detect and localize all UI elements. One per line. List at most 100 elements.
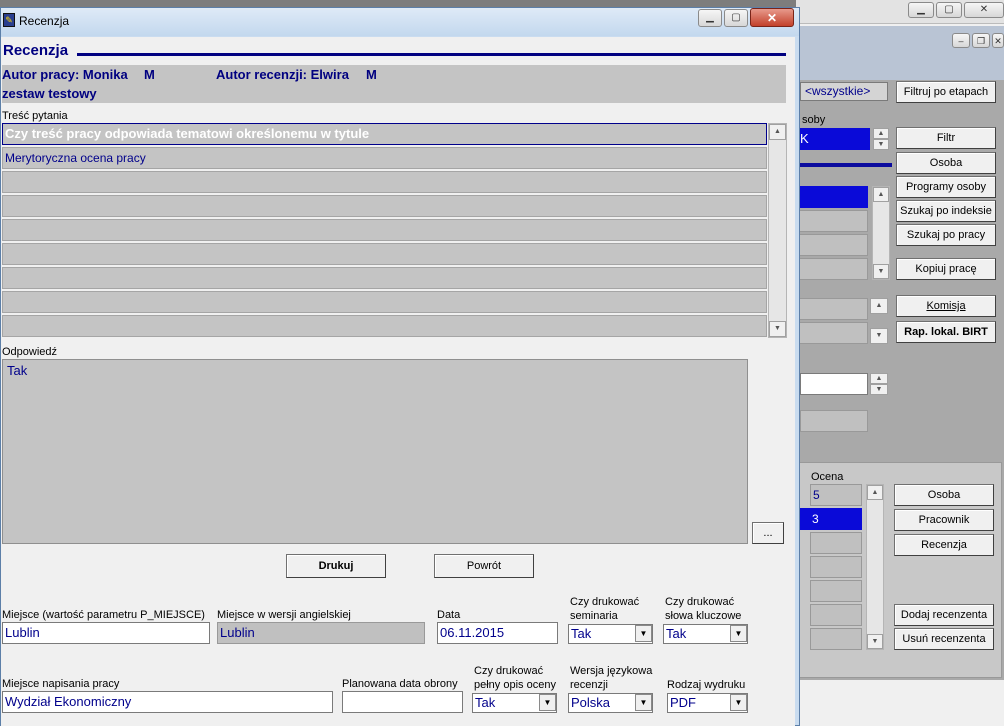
copy-thesis-button[interactable]: Kopiuj pracę — [896, 258, 996, 280]
writing-place-label: Miejsce napisania pracy — [2, 678, 120, 690]
person-selected-row[interactable]: K — [798, 128, 870, 150]
reviewer-label: Autor recenzji: Elwira — [216, 67, 349, 82]
list-row[interactable] — [798, 234, 868, 256]
writing-place-input[interactable]: Wydział Ekonomiczny — [2, 691, 333, 713]
filter-by-stage-button[interactable]: Filtruj po etapach — [896, 81, 996, 103]
spin-up-icon[interactable]: ▲ — [870, 373, 888, 384]
question-row[interactable] — [2, 219, 767, 241]
remove-reviewer-button[interactable]: Usuń recenzenta — [894, 628, 994, 650]
grade-cell[interactable] — [810, 580, 862, 602]
mdi-restore-button[interactable]: ❐ — [972, 33, 990, 48]
scroll-down-icon[interactable]: ▼ — [870, 328, 888, 344]
print-button[interactable]: Drukuj — [286, 554, 386, 578]
scroll-up-icon[interactable]: ▲ — [873, 187, 889, 202]
list2-row[interactable] — [798, 322, 868, 344]
place-input[interactable]: Lublin — [2, 622, 210, 644]
question-section-label: Treść pytania — [2, 110, 68, 122]
scroll-up-icon[interactable]: ▲ — [769, 124, 786, 140]
person-programs-button[interactable]: Programy osoby — [896, 176, 996, 198]
osoby-label: soby — [802, 114, 826, 126]
add-reviewer-button[interactable]: Dodaj recenzenta — [894, 604, 994, 626]
planned-defense-input[interactable] — [342, 691, 463, 713]
heading-underline — [77, 53, 786, 56]
reviewer-person-button[interactable]: Osoba — [894, 484, 994, 506]
bg-minimize-button[interactable]: ▁ — [908, 2, 934, 18]
bg-input[interactable] — [800, 373, 868, 395]
question-row[interactable] — [2, 171, 767, 193]
scroll-up-icon[interactable]: ▲ — [870, 298, 888, 314]
grade-header: Ocena — [811, 471, 844, 483]
filter-button[interactable]: Filtr — [896, 127, 996, 149]
question-row[interactable] — [2, 267, 767, 289]
bg-close-button[interactable]: ✕ — [964, 2, 1004, 18]
question-row[interactable]: Merytoryczna ocena pracy — [2, 147, 767, 169]
print-seminars-label-1: Czy drukować — [570, 596, 640, 608]
bg-input[interactable] — [800, 410, 868, 432]
print-seminars-label-2: seminaria — [570, 610, 618, 622]
scroll-down-icon[interactable]: ▼ — [769, 321, 786, 337]
chevron-down-icon[interactable]: ▼ — [635, 625, 652, 642]
close-button[interactable]: ✕ — [750, 8, 794, 27]
list-row[interactable] — [798, 210, 868, 232]
chevron-down-icon[interactable]: ▼ — [730, 694, 747, 711]
spin-down-icon[interactable]: ▼ — [870, 384, 888, 395]
review-button[interactable]: Recenzja — [894, 534, 994, 556]
chevron-down-icon[interactable]: ▼ — [730, 625, 747, 642]
print-full-label-2: pełny opis oceny — [474, 679, 556, 691]
page-title: Recenzja — [3, 42, 69, 59]
spin-up-icon[interactable]: ▲ — [873, 128, 889, 139]
question-row[interactable] — [2, 315, 767, 337]
search-by-thesis-button[interactable]: Szukaj po pracy — [896, 224, 996, 246]
separator-line — [800, 163, 892, 167]
grade-cell[interactable] — [810, 556, 862, 578]
committee-button[interactable]: Komisja — [896, 295, 996, 317]
language-label-1: Wersja językowa — [570, 665, 653, 677]
spin-down-icon[interactable]: ▼ — [873, 139, 889, 150]
list2-row[interactable] — [798, 298, 868, 320]
answer-textarea[interactable] — [2, 359, 748, 544]
question-row[interactable] — [2, 195, 767, 217]
question-row[interactable] — [2, 243, 767, 265]
grade-cell[interactable] — [810, 604, 862, 626]
scroll-up-icon[interactable]: ▲ — [867, 485, 883, 500]
reviewer-initial: M — [366, 67, 377, 82]
scroll-down-icon[interactable]: ▼ — [867, 634, 883, 649]
maximize-button[interactable]: ▢ — [724, 9, 748, 27]
grade-cell[interactable] — [810, 532, 862, 554]
list-row[interactable] — [798, 258, 868, 280]
answer-value: Tak — [7, 363, 28, 378]
mdi-close-button[interactable]: ✕ — [992, 33, 1004, 48]
chevron-down-icon[interactable]: ▼ — [635, 694, 652, 711]
scroll-down-icon[interactable]: ▼ — [873, 264, 889, 279]
stage-filter-field[interactable]: <wszystkie> — [800, 82, 888, 101]
place-label: Miejsce (wartość parametru P_MIEJSCE) — [2, 609, 205, 621]
set-name: zestaw testowy — [2, 86, 97, 101]
thesis-author-label: Autor pracy: Monika — [2, 67, 128, 82]
question-row-selected[interactable]: Czy treść pracy odpowiada tematowi okreś… — [2, 123, 767, 145]
back-button[interactable]: Powrót — [434, 554, 534, 578]
chevron-down-icon[interactable]: ▼ — [539, 694, 556, 711]
minimize-button[interactable]: ▁ — [698, 9, 722, 27]
grade-cell-selected[interactable]: 3 — [800, 508, 862, 530]
search-by-index-button[interactable]: Szukaj po indeksie — [896, 200, 996, 222]
dialog-title: Recenzja — [19, 14, 70, 28]
person-button[interactable]: Osoba — [896, 152, 996, 174]
print-keywords-label-2: słowa kluczowe — [665, 610, 742, 622]
mdi-minimize-button[interactable]: – — [952, 33, 970, 48]
questions-scrollbar[interactable] — [768, 123, 787, 338]
language-label-2: recenzji — [570, 679, 608, 691]
birt-report-button[interactable]: Rap. lokal. BIRT — [896, 321, 996, 343]
grades-scrollbar[interactable] — [866, 484, 884, 650]
ellipsis-button[interactable]: ... — [752, 522, 784, 544]
place-en-input[interactable]: Lublin — [217, 622, 425, 644]
app-icon: ✎ — [3, 13, 15, 27]
dialog-titlebar — [1, 8, 799, 36]
date-input[interactable]: 06.11.2015 — [437, 622, 558, 644]
question-row[interactable] — [2, 291, 767, 313]
bg-maximize-button[interactable]: ▢ — [936, 2, 962, 18]
list-selected-row[interactable] — [798, 186, 868, 208]
grade-cell[interactable]: 5 — [810, 484, 862, 506]
output-type-label: Rodzaj wydruku — [667, 679, 746, 691]
grade-cell[interactable] — [810, 628, 862, 650]
employee-button[interactable]: Pracownik — [894, 509, 994, 531]
